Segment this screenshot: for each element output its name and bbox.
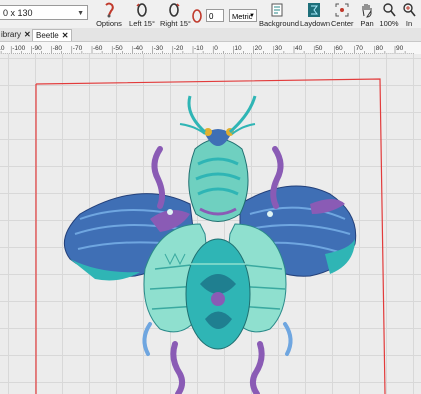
hoop-size-value: 0 x 130	[3, 8, 33, 18]
chevron-down-icon: ▼	[249, 13, 255, 19]
document-tabs: ibrary ✕ Beetle ✕	[0, 28, 421, 42]
background-label: Background	[259, 19, 300, 28]
thorax	[188, 128, 249, 222]
ruler-label: -100	[12, 45, 25, 52]
ruler-label: 90	[396, 45, 404, 52]
ruler-label: -70	[73, 45, 83, 52]
rotation-icon	[192, 9, 202, 23]
close-icon[interactable]: ✕	[24, 30, 31, 39]
design-canvas[interactable]	[0, 54, 421, 394]
beetle-embroidery-design[interactable]	[0, 54, 421, 394]
ruler-label: -20	[174, 45, 184, 52]
laydown-icon	[308, 3, 320, 17]
chevron-down-icon: ▼	[77, 10, 84, 17]
options-button[interactable]: Options	[96, 2, 122, 28]
tab-label: Beetle	[36, 31, 59, 40]
ruler-label: -50	[113, 45, 123, 52]
options-icon	[105, 2, 114, 18]
ruler-label: -60	[93, 45, 103, 52]
laydown-label: Laydown	[300, 19, 331, 28]
tab-label: ibrary	[1, 30, 22, 39]
laydown-button[interactable]: Laydown	[300, 2, 331, 28]
tab-beetle[interactable]: Beetle ✕	[32, 29, 73, 41]
hoop-size-select[interactable]: 0 x 130 ▼	[0, 5, 88, 20]
hand-icon	[362, 4, 372, 18]
ruler-label: 50	[315, 45, 323, 52]
ruler-label: -80	[53, 45, 63, 52]
background-button[interactable]: Background	[259, 2, 300, 28]
pan-label: Pan	[360, 19, 374, 28]
options-label: Options	[96, 19, 122, 28]
ruler-label: -90	[32, 45, 42, 52]
ruler-label: 0	[214, 45, 218, 52]
rotate-left-button[interactable]: Left 15°	[129, 2, 155, 28]
rotate-right-icon	[169, 3, 180, 17]
zoom-in-button[interactable]: In	[401, 2, 417, 28]
ruler-label: 20	[255, 45, 263, 52]
ruler-label: 30	[275, 45, 283, 52]
tab-library[interactable]: ibrary ✕	[0, 29, 34, 41]
magnifier-icon	[383, 3, 396, 17]
center-icon	[335, 3, 349, 17]
ruler-label: -110	[0, 45, 5, 52]
background-icon	[271, 3, 283, 17]
rotate-icon-button[interactable]	[190, 2, 204, 24]
antennae	[179, 95, 257, 135]
zoom-in-label: In	[405, 19, 413, 28]
rotate-left-label: Left 15°	[129, 19, 155, 28]
abdomen	[185, 238, 251, 350]
ruler-label: 40	[295, 45, 303, 52]
rotation-angle-input[interactable]: 0	[206, 9, 224, 22]
close-icon[interactable]: ✕	[62, 31, 69, 40]
zoom-in-icon	[403, 3, 416, 17]
ruler-label: 10	[234, 45, 242, 52]
ruler-label: -30	[154, 45, 164, 52]
zoom-100-button[interactable]: 100%	[379, 2, 399, 28]
center-label: Center	[331, 19, 354, 28]
rotate-left-icon	[136, 3, 147, 17]
pan-button[interactable]: Pan	[359, 2, 375, 28]
zoom-100-label: 100%	[379, 19, 399, 28]
rotate-right-label: Right 15°	[160, 19, 191, 28]
center-button[interactable]: Center	[331, 2, 354, 28]
ruler-label: 60	[335, 45, 343, 52]
ruler-label: -10	[194, 45, 204, 52]
unit-select[interactable]: Metric ▼	[229, 9, 257, 22]
rotate-right-button[interactable]: Right 15°	[160, 2, 191, 28]
ruler-label: 80	[376, 45, 384, 52]
ruler-label: -40	[133, 45, 143, 52]
ruler-label: 70	[356, 45, 364, 52]
